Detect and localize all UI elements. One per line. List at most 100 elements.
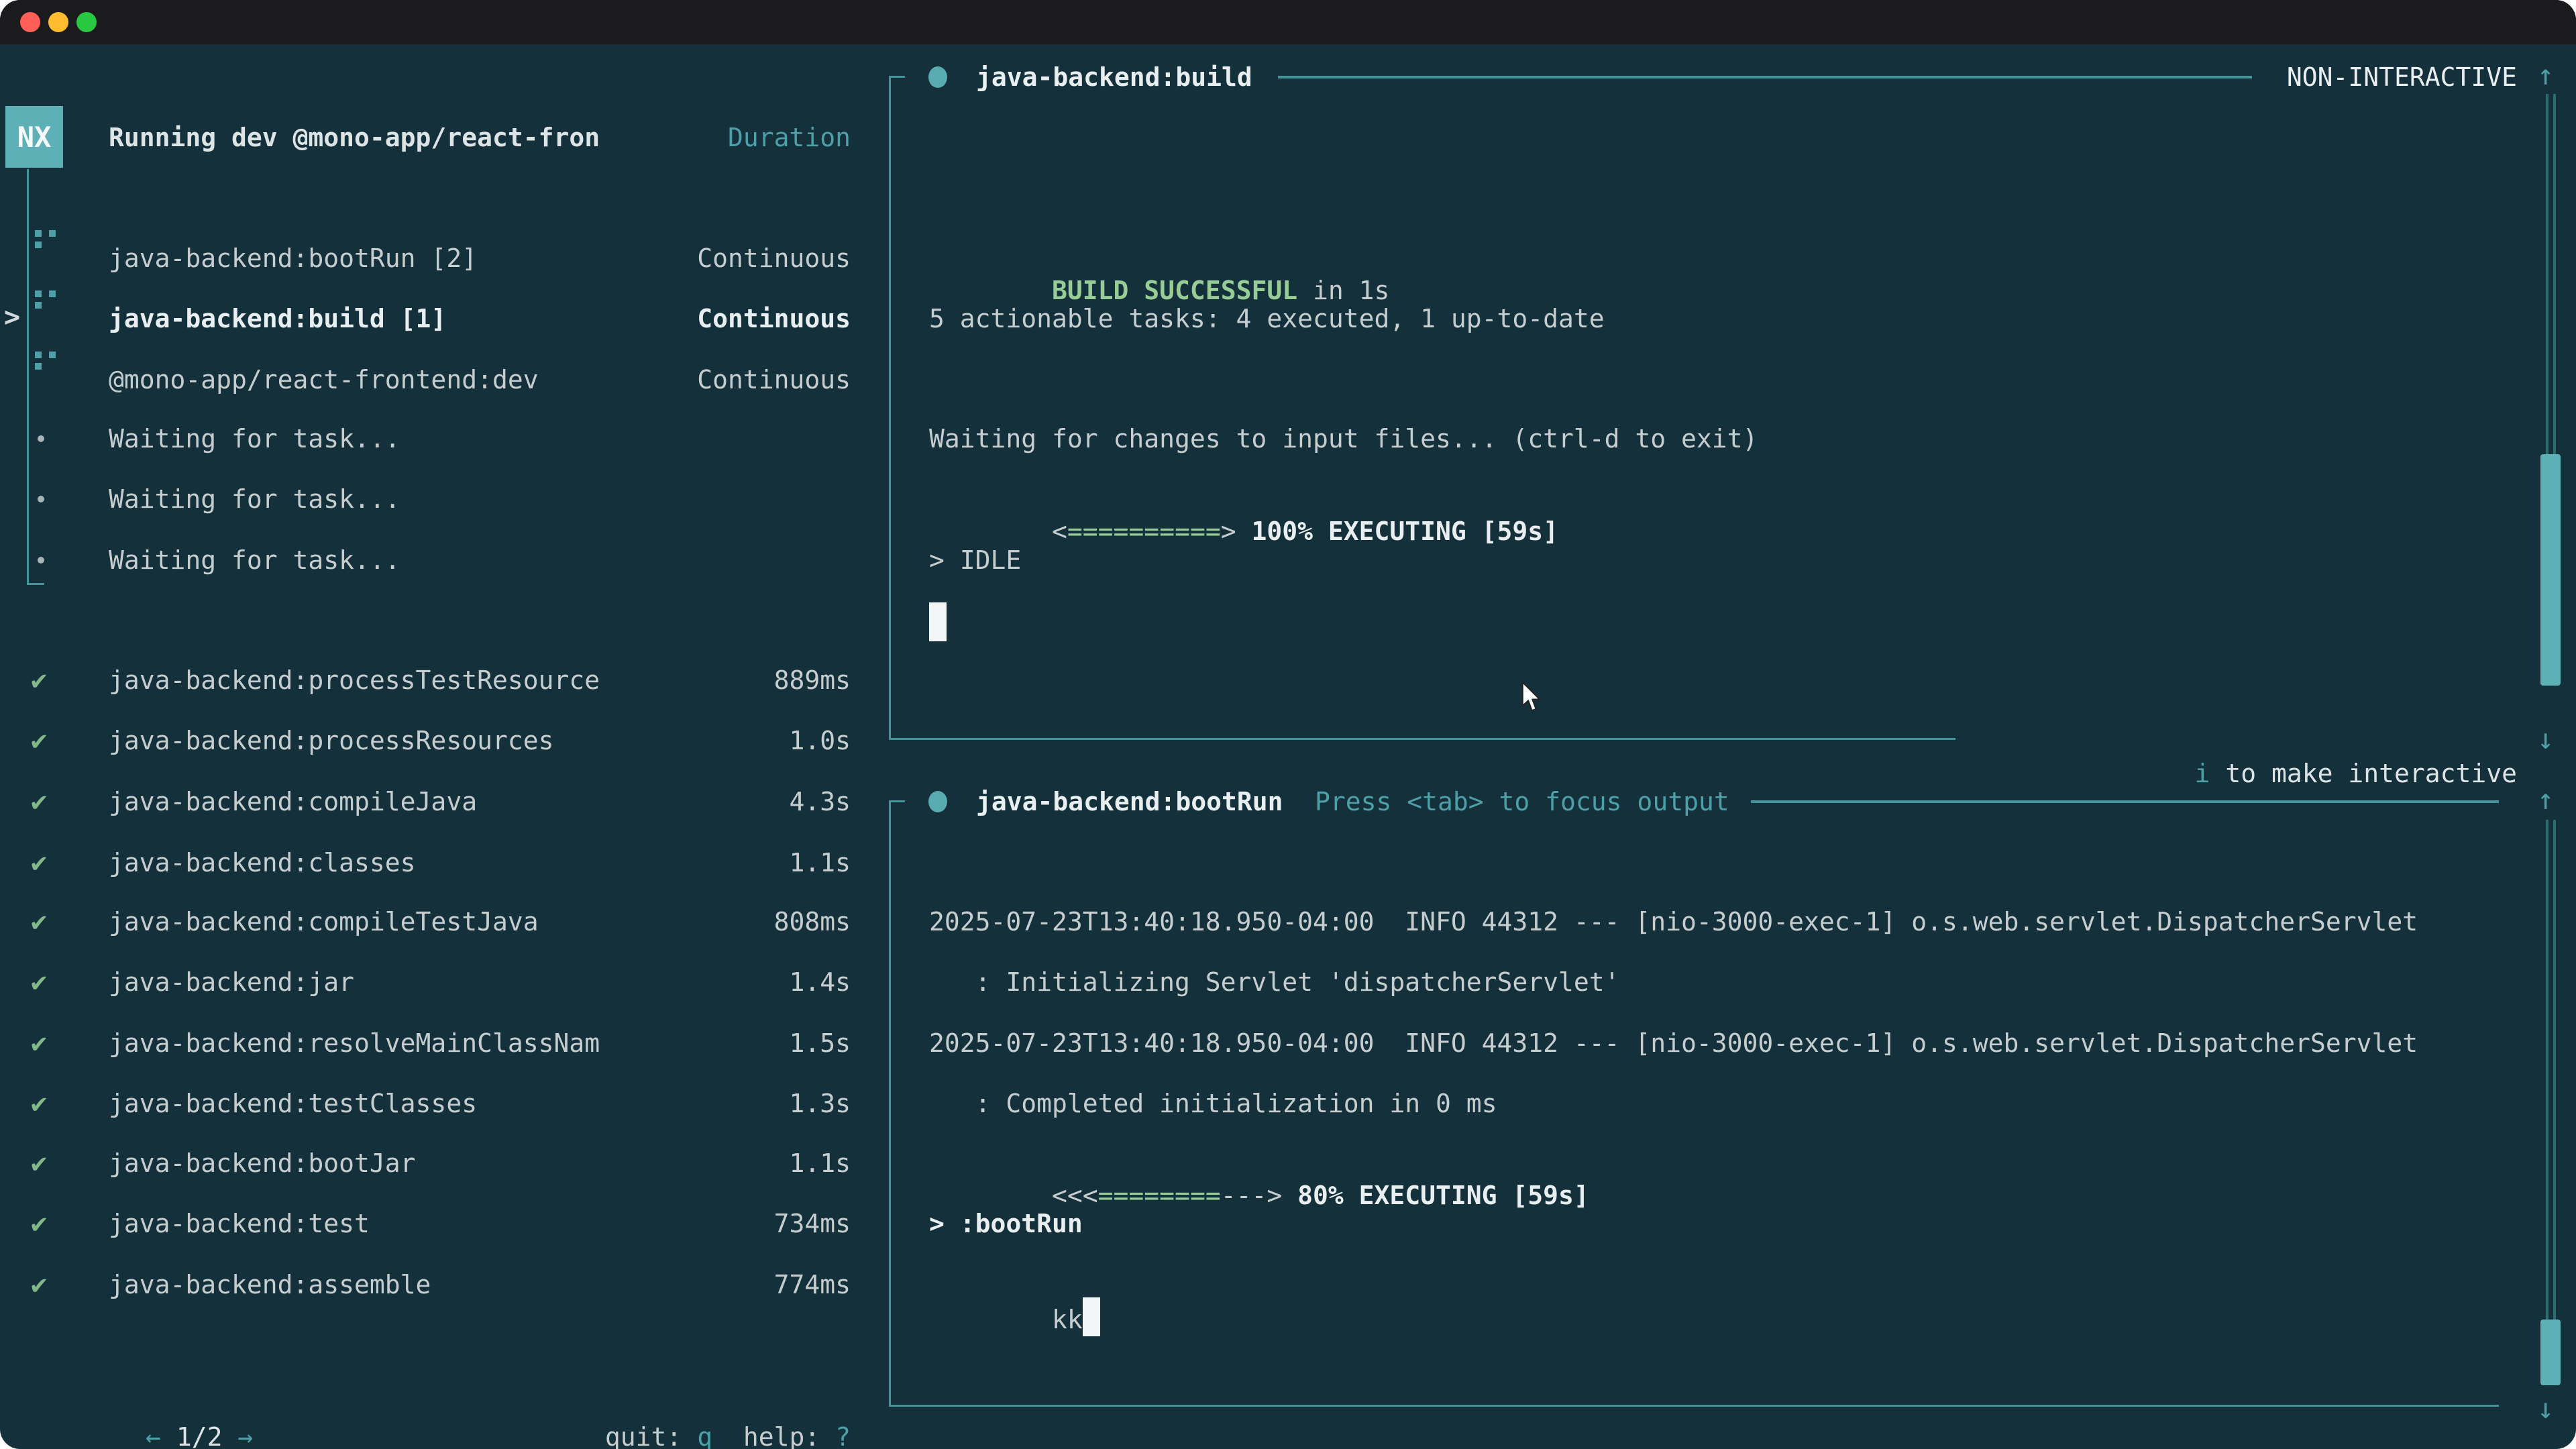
- quit-key: q: [697, 1422, 712, 1449]
- task-spinner-icon: [35, 352, 58, 374]
- gradle-progress-line: <==========> 100% EXECUTING [59s]: [929, 483, 1558, 515]
- scrollbar-track[interactable]: [2553, 94, 2556, 456]
- pager: ← 1/2 →: [23, 1389, 253, 1421]
- running-dot-icon: [928, 66, 947, 88]
- pane-header-rule: [1278, 76, 2252, 78]
- pager-page-indicator: [161, 1422, 176, 1449]
- tasks-summary-line: 5 actionable tasks: 4 executed, 1 up-to-…: [929, 303, 1605, 335]
- scrollbar-thumb[interactable]: [2540, 1320, 2561, 1385]
- pane-left-border: [889, 76, 891, 740]
- running-dot-icon: [928, 791, 947, 812]
- check-icon: ✔: [31, 1208, 47, 1240]
- task-duration: 1.1s: [604, 847, 851, 879]
- build-successful-text: BUILD SUCCESSFUL: [1052, 276, 1297, 305]
- progress-cap-left: <: [1052, 517, 1067, 546]
- scroll-up-icon[interactable]: ↑: [2537, 59, 2554, 91]
- task-name[interactable]: java-backend:build [1]: [109, 303, 446, 335]
- stdin-input-line[interactable]: kk: [929, 1265, 1100, 1297]
- page-number: 1/2: [176, 1422, 223, 1449]
- running-group-bracket: [27, 169, 29, 585]
- log-line: : Initializing Servlet 'dispatcherServle…: [929, 966, 1620, 998]
- task-status: Continuous: [604, 303, 851, 335]
- pager-next-arrow[interactable]: →: [237, 1422, 253, 1449]
- task-name[interactable]: java-backend:processTestResource: [109, 664, 600, 696]
- task-duration: 1.1s: [604, 1147, 851, 1179]
- task-name[interactable]: java-backend:bootJar: [109, 1147, 416, 1179]
- pane-title: java-backend:bootRun: [976, 786, 1283, 818]
- keyboard-hints: quit: q help: ?: [448, 1389, 851, 1421]
- check-icon: ✔: [31, 786, 47, 818]
- task-name[interactable]: java-backend:jar: [109, 966, 354, 998]
- scrollbar-thumb[interactable]: [2540, 454, 2561, 686]
- task-duration: 1.4s: [604, 966, 851, 998]
- pane-bottom-border: [889, 1405, 2499, 1407]
- task-name[interactable]: java-backend:testClasses: [109, 1087, 477, 1120]
- check-icon: ✔: [31, 1147, 47, 1179]
- check-icon: ✔: [31, 1027, 47, 1059]
- quit-label: quit:: [605, 1422, 697, 1449]
- terminal-cursor: [929, 602, 947, 641]
- close-window-button[interactable]: [20, 12, 40, 32]
- scrollbar-track[interactable]: [2553, 820, 2556, 1321]
- selected-task-arrow: >: [4, 301, 20, 333]
- scroll-down-icon[interactable]: ↓: [2537, 1393, 2554, 1425]
- progress-cap-right: >: [1221, 517, 1252, 546]
- pane-title: java-backend:build: [976, 61, 1252, 93]
- task-name[interactable]: java-backend:classes: [109, 847, 416, 879]
- gradle-task-prompt: > :bootRun: [929, 1208, 1083, 1240]
- check-icon: ✔: [31, 1087, 47, 1120]
- pager-prev-arrow[interactable]: ←: [146, 1422, 161, 1449]
- task-name[interactable]: java-backend:resolveMainClassNam: [109, 1027, 600, 1059]
- task-status: Continuous: [604, 364, 851, 396]
- task-name[interactable]: java-backend:compileTestJava: [109, 906, 539, 938]
- task-name[interactable]: java-backend:assemble: [109, 1269, 431, 1301]
- task-duration: 4.3s: [604, 786, 851, 818]
- duration-column-header: Duration: [604, 121, 851, 154]
- task-name[interactable]: java-backend:compileJava: [109, 786, 477, 818]
- task-duration: 734ms: [604, 1208, 851, 1240]
- progress-label: 80% EXECUTING [59s]: [1297, 1181, 1589, 1210]
- idle-status-line: > IDLE: [929, 544, 1021, 576]
- pane-bottom-border: [889, 738, 1955, 740]
- task-name[interactable]: java-backend:bootRun [2]: [109, 242, 477, 274]
- task-duration: 1.3s: [604, 1087, 851, 1120]
- help-key: ?: [835, 1422, 851, 1449]
- scrollbar-track[interactable]: [2546, 820, 2548, 1321]
- terminal-window: NX Running dev @mono-app/react-fron Dura…: [0, 0, 2576, 1449]
- pane-header-rule: [1751, 800, 2499, 803]
- window-titlebar: [0, 0, 2576, 44]
- focus-output-hint: Press <tab> to focus output: [1315, 786, 1729, 818]
- task-duration: 1.5s: [604, 1027, 851, 1059]
- waiting-dot-icon: [38, 496, 44, 502]
- waiting-task-row: Waiting for task...: [109, 544, 400, 576]
- task-status: Continuous: [604, 242, 851, 274]
- interactive-hint-key: i: [2195, 759, 2210, 788]
- task-duration: 1.0s: [604, 724, 851, 757]
- help-label: help:: [712, 1422, 835, 1449]
- progress-bar-fill: ========: [1098, 1181, 1221, 1210]
- task-duration: 774ms: [604, 1269, 851, 1301]
- zoom-window-button[interactable]: [76, 12, 97, 32]
- task-spinner-icon: [35, 290, 58, 313]
- task-name[interactable]: java-backend:processResources: [109, 724, 553, 757]
- task-duration: 808ms: [604, 906, 851, 938]
- progress-cap-right: --->: [1221, 1181, 1297, 1210]
- nx-terminal-ui: NX Running dev @mono-app/react-fron Dura…: [0, 0, 2576, 1449]
- check-icon: ✔: [31, 664, 47, 696]
- task-spinner-icon: [35, 230, 58, 253]
- waiting-task-row: Waiting for task...: [109, 483, 400, 515]
- scrollbar-track[interactable]: [2546, 94, 2548, 456]
- scroll-down-icon[interactable]: ↓: [2537, 723, 2554, 755]
- running-group-bracket-foot: [27, 583, 44, 585]
- task-name[interactable]: java-backend:test: [109, 1208, 370, 1240]
- gradle-progress-line: <<<========---> 80% EXECUTING [59s]: [929, 1147, 1589, 1179]
- pane-border-corner: [889, 800, 905, 802]
- check-icon: ✔: [31, 1269, 47, 1301]
- build-time-text: in 1s: [1297, 276, 1389, 305]
- waiting-dot-icon: [38, 557, 44, 564]
- log-line: : Completed initialization in 0 ms: [929, 1087, 1497, 1120]
- task-duration: 889ms: [604, 664, 851, 696]
- task-name[interactable]: @mono-app/react-frontend:dev: [109, 364, 539, 396]
- minimize-window-button[interactable]: [48, 12, 68, 32]
- scroll-up-icon[interactable]: ↑: [2537, 784, 2554, 816]
